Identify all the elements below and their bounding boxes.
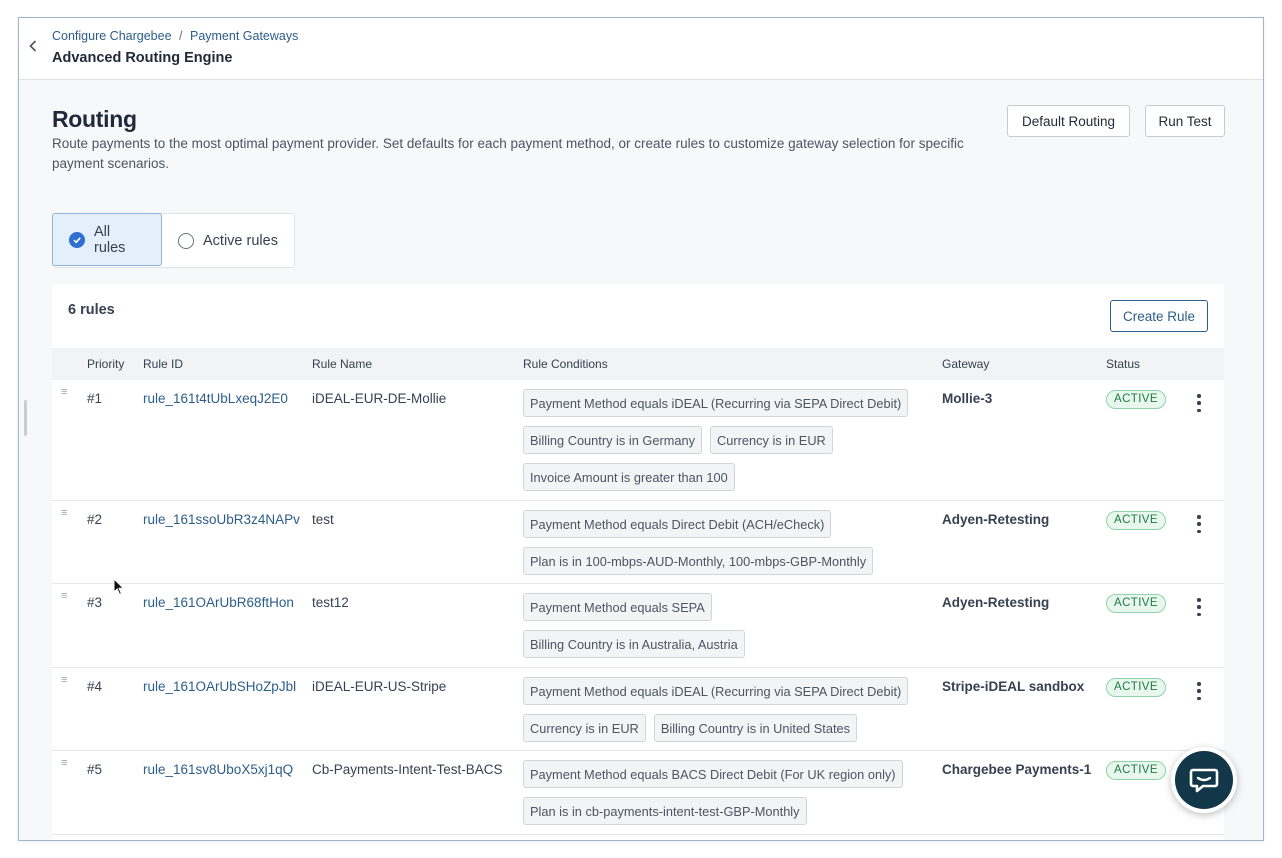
- rule-name: iDEAL-EUR-DE-Mollie: [312, 391, 447, 406]
- status-badge: ACTIVE: [1106, 390, 1166, 409]
- filter-all-rules[interactable]: All rules: [52, 213, 162, 266]
- run-test-button[interactable]: Run Test: [1145, 105, 1225, 137]
- kebab-menu-icon[interactable]: [1193, 598, 1205, 616]
- condition-tag: Plan is in cb-payments-intent-test-GBP-M…: [523, 797, 807, 825]
- chevron-left-icon[interactable]: [27, 38, 39, 54]
- breadcrumb-separator: /: [179, 29, 183, 43]
- condition-tag: Payment Method equals Direct Debit (ACH/…: [523, 510, 832, 538]
- rules-count: 6 rules: [68, 302, 115, 318]
- condition-tag: Payment Method equals SEPA: [523, 593, 712, 621]
- rule-priority: #1: [87, 391, 103, 406]
- status-badge: ACTIVE: [1106, 594, 1166, 613]
- column-priority: Priority: [87, 357, 125, 371]
- rule-gateway: Adyen-Retesting: [942, 512, 1050, 527]
- rule-gateway: Adyen-Retesting: [942, 595, 1050, 610]
- condition-tag: Plan is in 100-mbps-AUD-Monthly, 100-mbp…: [523, 547, 874, 575]
- rule-id-link[interactable]: rule_161ssoUbR3z4NAPv: [143, 512, 300, 527]
- rule-priority: #2: [87, 512, 103, 527]
- filter-all-rules-label: All rules: [94, 223, 126, 256]
- drag-handle-icon[interactable]: ≡: [61, 387, 71, 398]
- rule-gateway: Stripe-iDEAL sandbox: [942, 679, 1085, 694]
- section-title: Advanced Routing Engine: [52, 50, 233, 66]
- table-header: Priority Rule ID Rule Name Rule Conditio…: [52, 348, 1224, 380]
- breadcrumb-configure-chargebee[interactable]: Configure Chargebee: [52, 29, 172, 43]
- page-description: Route payments to the most optimal payme…: [52, 136, 964, 171]
- rule-id-link[interactable]: rule_161sv8UboX5xj1qQ: [143, 762, 293, 777]
- rule-name: test12: [312, 595, 349, 610]
- filter-active-rules-label: Active rules: [203, 232, 278, 249]
- table-row[interactable]: ≡ #4 rule_161OArUbSHoZpJbl iDEAL-EUR-US-…: [52, 668, 1224, 751]
- rule-priority: #5: [87, 762, 103, 777]
- kebab-menu-icon[interactable]: [1193, 682, 1205, 700]
- rule-name: Cb-Payments-Intent-Test-BACS: [312, 762, 503, 777]
- status-badge: ACTIVE: [1106, 678, 1166, 697]
- table-row[interactable]: ≡ #5 rule_161sv8UboX5xj1qQ Cb-Payments-I…: [52, 751, 1224, 835]
- drag-handle-icon[interactable]: ≡: [61, 591, 71, 602]
- radio-empty-icon: [178, 232, 194, 249]
- rule-conditions: Payment Method equals iDEAL (Recurring v…: [523, 389, 923, 491]
- table-row[interactable]: ≡ #2 rule_161ssoUbR3z4NAPv test Payment …: [52, 501, 1224, 584]
- drag-handle-icon[interactable]: ≡: [61, 758, 71, 769]
- table-row[interactable]: ≡ #3 rule_161OArUbR68ftHon test12 Paymen…: [52, 584, 1224, 668]
- rule-id-link[interactable]: rule_161t4tUbLxeqJ2E0: [143, 391, 288, 406]
- app-window: Configure Chargebee / Payment Gateways A…: [18, 17, 1264, 841]
- chat-icon: [1175, 751, 1233, 809]
- table-row[interactable]: ≡ #1 rule_161t4tUbLxeqJ2E0 iDEAL-EUR-DE-…: [52, 380, 1224, 501]
- rule-conditions: Payment Method equals iDEAL (Recurring v…: [523, 677, 923, 742]
- condition-tag: Billing Country is in Australia, Austria: [523, 630, 745, 658]
- rule-name: iDEAL-EUR-US-Stripe: [312, 679, 447, 694]
- default-routing-button[interactable]: Default Routing: [1007, 105, 1130, 137]
- filter-active-rules[interactable]: Active rules: [162, 214, 294, 267]
- rules-filter: All rules Active rules: [52, 213, 295, 268]
- check-icon: [69, 231, 85, 248]
- status-badge: ACTIVE: [1106, 761, 1166, 780]
- create-rule-button[interactable]: Create Rule: [1110, 300, 1208, 332]
- breadcrumb-payment-gateways[interactable]: Payment Gateways: [190, 29, 298, 43]
- kebab-menu-icon[interactable]: [1193, 515, 1205, 533]
- breadcrumb: Configure Chargebee / Payment Gateways: [52, 29, 298, 43]
- top-bar: Configure Chargebee / Payment Gateways A…: [19, 18, 1263, 80]
- condition-tag: Payment Method equals iDEAL (Recurring v…: [523, 677, 909, 705]
- rule-id-link[interactable]: rule_161OArUbSHoZpJbl: [143, 679, 296, 694]
- mouse-cursor-icon: [113, 578, 125, 596]
- rule-id-link[interactable]: rule_161OArUbR68ftHon: [143, 595, 294, 610]
- column-rule-name: Rule Name: [312, 357, 373, 371]
- column-rule-conditions: Rule Conditions: [523, 357, 608, 371]
- rule-conditions: Payment Method equals SEPA Billing Count…: [523, 593, 923, 658]
- column-rule-id: Rule ID: [143, 357, 184, 371]
- page-title: Routing: [52, 106, 137, 132]
- rule-gateway: Chargebee Payments-1: [942, 762, 1092, 777]
- scroll-indicator: [24, 400, 27, 436]
- condition-tag: Billing Country is in Germany: [523, 426, 702, 454]
- kebab-menu-icon[interactable]: [1193, 394, 1205, 412]
- rule-conditions: Payment Method equals BACS Direct Debit …: [523, 760, 923, 825]
- column-gateway: Gateway: [942, 357, 990, 371]
- rule-gateway: Mollie-3: [942, 391, 993, 406]
- column-status: Status: [1106, 357, 1141, 371]
- condition-tag: Billing Country is in United States: [653, 714, 858, 742]
- drag-handle-icon[interactable]: ≡: [61, 508, 71, 519]
- condition-tag: Currency is in EUR: [710, 426, 833, 454]
- rule-priority: #4: [87, 679, 103, 694]
- status-badge: ACTIVE: [1106, 511, 1166, 530]
- rules-card: 6 rules Create Rule Priority Rule ID Rul…: [52, 284, 1224, 840]
- rule-conditions: Payment Method equals Direct Debit (ACH/…: [523, 510, 923, 575]
- rule-name: test: [312, 512, 334, 527]
- rule-priority: #3: [87, 595, 103, 610]
- drag-handle-icon[interactable]: ≡: [61, 675, 71, 686]
- condition-tag: Currency is in EUR: [523, 714, 646, 742]
- condition-tag: Payment Method equals iDEAL (Recurring v…: [523, 389, 909, 417]
- chat-launcher-button[interactable]: [1171, 747, 1237, 813]
- condition-tag: Payment Method equals BACS Direct Debit …: [523, 760, 903, 788]
- condition-tag: Invoice Amount is greater than 100: [523, 463, 735, 491]
